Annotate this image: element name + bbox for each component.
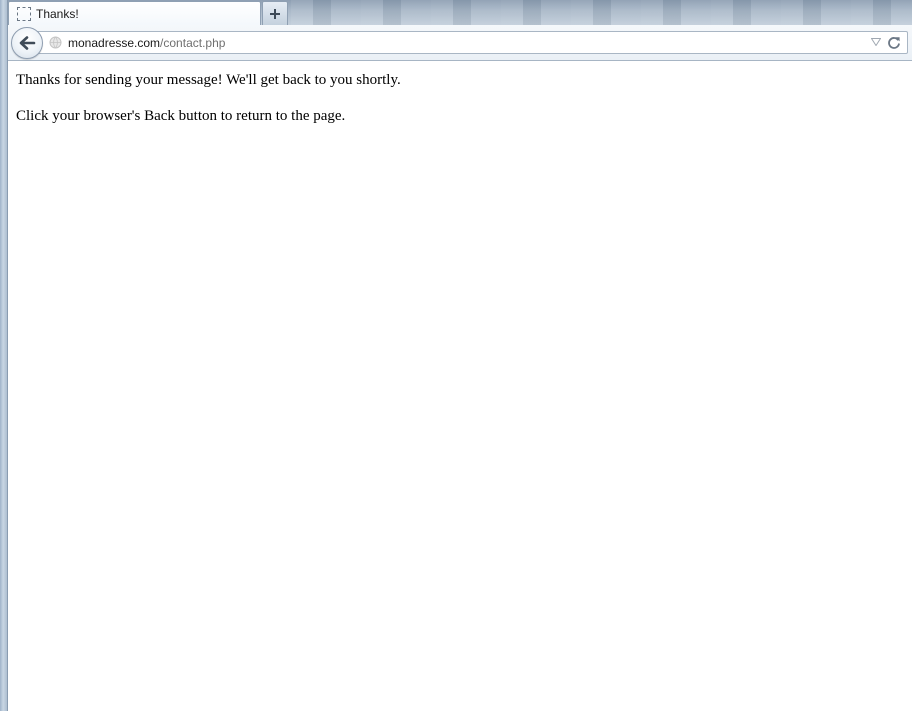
url-bar[interactable]: monadresse.com/contact.php bbox=[24, 31, 908, 54]
tab-active[interactable]: Thanks! bbox=[8, 1, 261, 25]
thanks-message: Thanks for sending your message! We'll g… bbox=[16, 72, 401, 88]
url-path: /contact.php bbox=[160, 36, 226, 50]
reload-icon bbox=[888, 37, 900, 49]
back-arrow-icon bbox=[19, 36, 36, 50]
triangle-down-icon bbox=[871, 38, 881, 46]
page-content: Thanks for sending your message! We'll g… bbox=[9, 62, 912, 711]
reload-button[interactable] bbox=[887, 36, 901, 50]
url-host: monadresse.com bbox=[68, 36, 161, 50]
history-dropdown-button[interactable] bbox=[871, 38, 881, 46]
default-favicon-icon bbox=[17, 6, 31, 21]
window-frame bbox=[0, 0, 8, 711]
titlebar-background bbox=[291, 0, 912, 25]
site-identity-icon[interactable] bbox=[49, 36, 62, 49]
back-button[interactable] bbox=[11, 27, 43, 59]
tab-title: Thanks! bbox=[36, 6, 79, 21]
tab-strip: Thanks! bbox=[8, 0, 912, 25]
plus-icon bbox=[270, 8, 280, 19]
new-tab-button[interactable] bbox=[262, 1, 288, 25]
back-instruction: Click your browser's Back button to retu… bbox=[16, 108, 346, 124]
navigation-toolbar: monadresse.com/contact.php bbox=[8, 25, 912, 61]
url-text[interactable]: monadresse.com/contact.php bbox=[68, 36, 225, 50]
